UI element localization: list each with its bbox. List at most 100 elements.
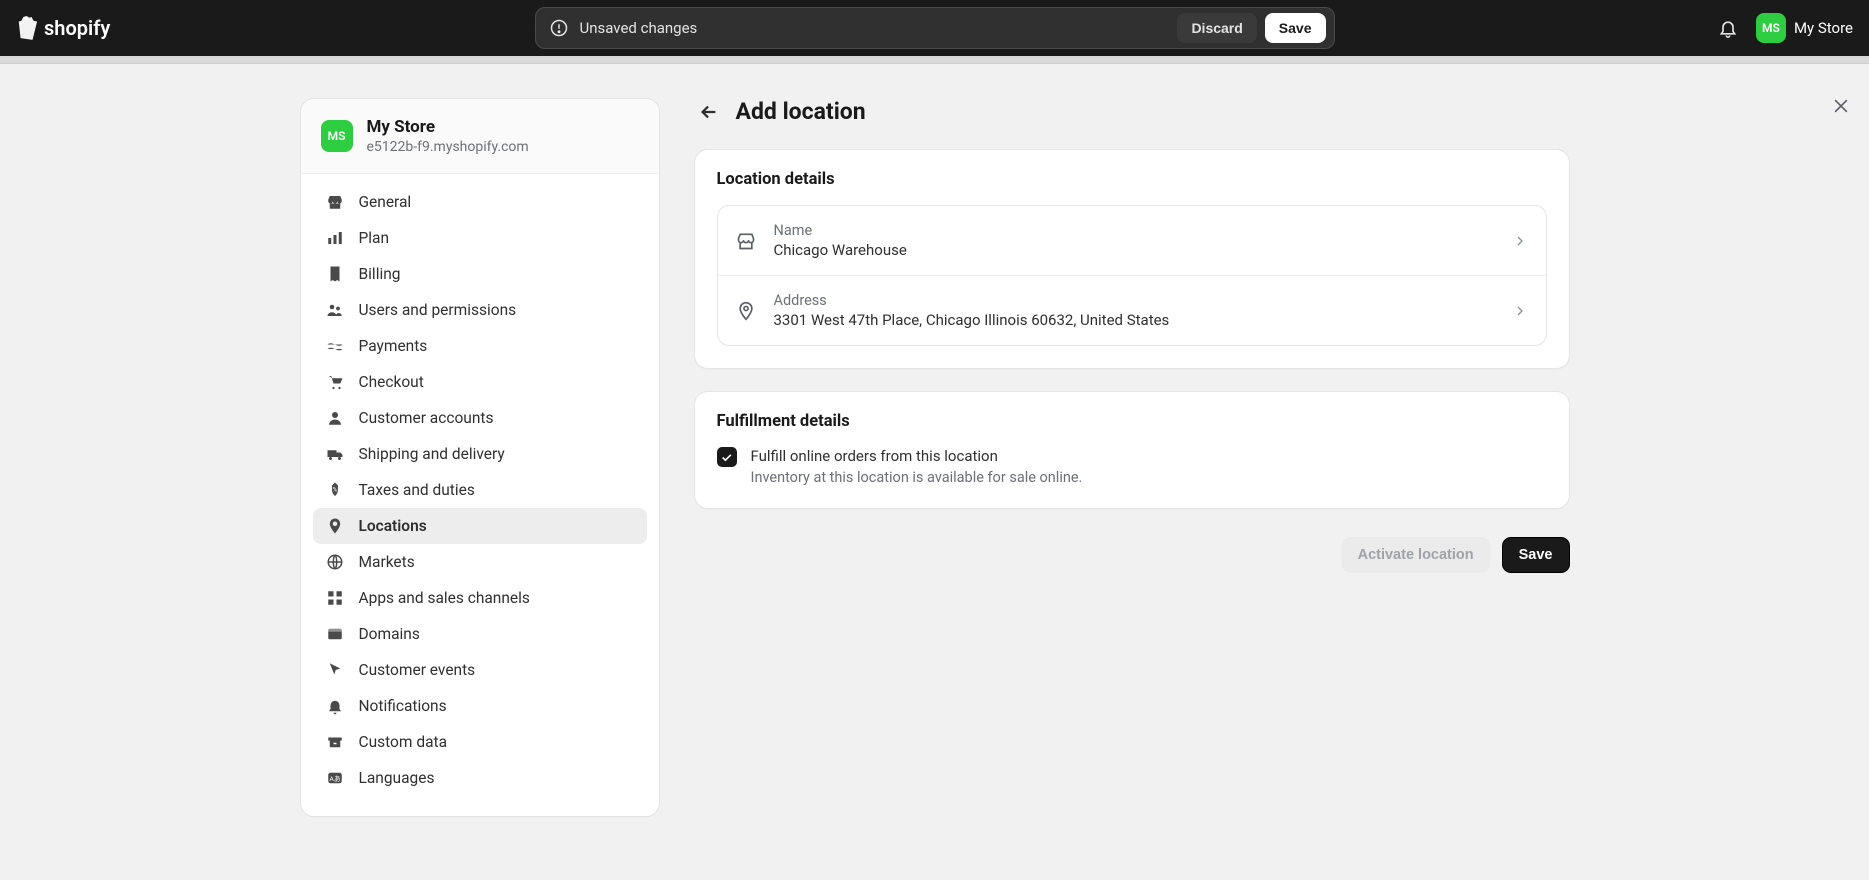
sidebar-item-users[interactable]: Users and permissions	[313, 292, 647, 328]
receipt-icon	[325, 264, 345, 284]
sidebar-item-custom-data[interactable]: Custom data	[313, 724, 647, 760]
location-address-row[interactable]: Address 3301 West 47th Place, Chicago Il…	[718, 275, 1546, 345]
settings-sidebar: MS My Store e5122b-f9.myshopify.com Gene…	[300, 98, 660, 817]
cart-icon	[325, 372, 345, 392]
name-label: Name	[774, 222, 1494, 239]
sidebar-item-label: Users and permissions	[359, 301, 517, 319]
fulfill-label: Fulfill online orders from this location	[751, 447, 1083, 465]
shopify-logo[interactable]: shopify	[16, 16, 110, 40]
store-icon	[325, 192, 345, 212]
discard-button[interactable]: Discard	[1177, 13, 1256, 43]
sidebar-item-payments[interactable]: Payments	[313, 328, 647, 364]
pin-icon	[736, 301, 756, 321]
topbar: shopify Unsaved changes Discard Save MS …	[0, 0, 1869, 56]
sidebar-item-label: Locations	[359, 517, 427, 535]
fulfillment-card: Fulfillment details Fulfill online order…	[694, 391, 1570, 509]
bell-icon	[325, 696, 345, 716]
sidebar-item-label: Domains	[359, 625, 420, 643]
cursor-icon	[325, 660, 345, 680]
settings-nav: General Plan Billing Users and permissio…	[301, 174, 659, 816]
unsaved-message: Unsaved changes	[580, 19, 1178, 37]
sidebar-item-domains[interactable]: Domains	[313, 616, 647, 652]
archive-icon	[325, 732, 345, 752]
unsaved-changes-bar: Unsaved changes Discard Save	[535, 7, 1335, 49]
check-icon	[720, 451, 733, 464]
sidebar-item-label: Notifications	[359, 697, 447, 715]
sidebar-item-taxes[interactable]: % Taxes and duties	[313, 472, 647, 508]
apps-icon	[325, 588, 345, 608]
account-name: My Store	[1794, 19, 1853, 37]
truck-icon	[325, 444, 345, 464]
address-label: Address	[774, 292, 1494, 309]
main-content: Add location Location details Name Chica…	[694, 98, 1570, 817]
svg-text:Aあ: Aあ	[329, 775, 340, 783]
sidebar-item-checkout[interactable]: Checkout	[313, 364, 647, 400]
sidebar-item-label: Custom data	[359, 733, 448, 751]
location-name-row[interactable]: Name Chicago Warehouse	[718, 206, 1546, 275]
back-arrow-icon[interactable]	[698, 101, 720, 123]
sidebar-item-label: Checkout	[359, 373, 424, 391]
location-pin-icon	[325, 516, 345, 536]
fulfill-hint: Inventory at this location is available …	[751, 469, 1083, 486]
chevron-right-icon	[1512, 303, 1528, 319]
close-page-button[interactable]	[1827, 92, 1855, 120]
sidebar-item-billing[interactable]: Billing	[313, 256, 647, 292]
sidebar-item-plan[interactable]: Plan	[313, 220, 647, 256]
chevron-right-icon	[1512, 233, 1528, 249]
sidebar-item-label: Taxes and duties	[359, 481, 475, 499]
sidebar-item-languages[interactable]: Aあ Languages	[313, 760, 647, 796]
brand-text: shopify	[44, 16, 110, 40]
sidebar-item-label: Customer events	[359, 661, 476, 679]
domains-icon	[325, 624, 345, 644]
sidebar-item-label: Billing	[359, 265, 401, 283]
page-title: Add location	[736, 98, 866, 125]
payments-icon	[325, 336, 345, 356]
activate-location-button: Activate location	[1342, 537, 1490, 573]
person-icon	[325, 408, 345, 428]
notifications-icon[interactable]	[1718, 18, 1738, 38]
fulfillment-heading: Fulfillment details	[717, 412, 1547, 431]
sidebar-item-general[interactable]: General	[313, 184, 647, 220]
sidebar-item-label: General	[359, 193, 412, 211]
store-domain: e5122b-f9.myshopify.com	[367, 139, 529, 155]
tax-icon: %	[325, 480, 345, 500]
name-value: Chicago Warehouse	[774, 241, 1494, 259]
address-value: 3301 West 47th Place, Chicago Illinois 6…	[774, 311, 1494, 329]
sidebar-item-label: Plan	[359, 229, 390, 247]
alert-icon	[550, 19, 568, 37]
sidebar-item-label: Customer accounts	[359, 409, 494, 427]
sidebar-item-label: Languages	[359, 769, 435, 787]
sidebar-item-shipping[interactable]: Shipping and delivery	[313, 436, 647, 472]
chart-icon	[325, 228, 345, 248]
language-icon: Aあ	[325, 768, 345, 788]
footer-actions: Activate location Save	[694, 537, 1570, 573]
shopify-bag-icon	[16, 16, 38, 40]
location-details-heading: Location details	[717, 170, 1547, 189]
users-icon	[325, 300, 345, 320]
sidebar-item-label: Apps and sales channels	[359, 589, 530, 607]
store-avatar: MS	[321, 120, 353, 152]
topbar-shadow	[0, 56, 1869, 64]
save-button[interactable]: Save	[1502, 537, 1570, 573]
store-header[interactable]: MS My Store e5122b-f9.myshopify.com	[301, 99, 659, 174]
close-icon	[1831, 96, 1851, 116]
account-avatar: MS	[1756, 13, 1786, 43]
sidebar-item-customer-events[interactable]: Customer events	[313, 652, 647, 688]
globe-icon	[325, 552, 345, 572]
fulfill-checkbox[interactable]	[717, 447, 737, 467]
location-details-card: Location details Name Chicago Warehouse	[694, 149, 1570, 369]
sidebar-item-label: Shipping and delivery	[359, 445, 505, 463]
sidebar-item-customer-accounts[interactable]: Customer accounts	[313, 400, 647, 436]
store-name: My Store	[367, 117, 529, 137]
topbar-save-button[interactable]: Save	[1265, 13, 1326, 43]
sidebar-item-notifications[interactable]: Notifications	[313, 688, 647, 724]
sidebar-item-label: Payments	[359, 337, 428, 355]
svg-text:%: %	[332, 486, 337, 494]
sidebar-item-label: Markets	[359, 553, 415, 571]
store-icon	[736, 231, 756, 251]
sidebar-item-apps[interactable]: Apps and sales channels	[313, 580, 647, 616]
account-menu[interactable]: MS My Store	[1756, 13, 1853, 43]
page-header: Add location	[694, 98, 1570, 125]
sidebar-item-markets[interactable]: Markets	[313, 544, 647, 580]
sidebar-item-locations[interactable]: Locations	[313, 508, 647, 544]
